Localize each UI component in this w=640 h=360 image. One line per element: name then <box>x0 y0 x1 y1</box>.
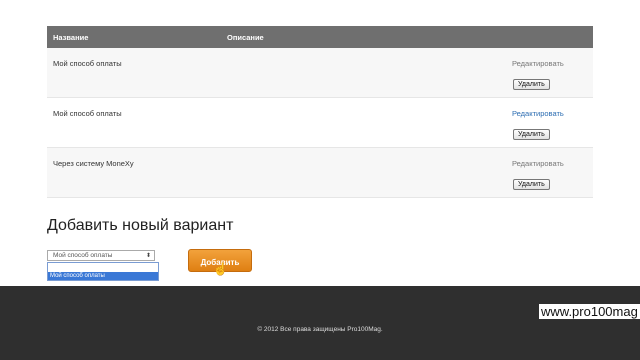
dropdown-option[interactable]: Мой способ оплаты <box>48 272 158 280</box>
row-name: Через систему MoneXy <box>53 159 134 168</box>
hand-cursor-icon: ☝ <box>213 262 228 276</box>
delete-button[interactable]: Удалить <box>513 179 550 190</box>
column-header-name: Название <box>53 33 89 42</box>
copyright-text: © 2012 Все права защищены Pro100Mag. <box>257 326 383 333</box>
payment-methods-table: Название Описание Мой способ оплаты Реда… <box>47 26 593 198</box>
select-value: Мой способ оплаты <box>53 252 113 259</box>
edit-link[interactable]: Редактировать <box>512 59 564 68</box>
column-header-description: Описание <box>227 33 264 42</box>
edit-link[interactable]: Редактировать <box>512 159 564 168</box>
footer: © 2012 Все права защищены Pro100Mag. <box>0 286 640 360</box>
payment-method-select[interactable]: Мой способ оплаты ⬍ <box>47 250 155 261</box>
select-dropdown[interactable]: Мой способ оплаты <box>47 262 159 281</box>
edit-link[interactable]: Редактировать <box>512 109 564 118</box>
dropdown-option-empty[interactable] <box>48 263 158 272</box>
row-name: Мой способ оплаты <box>53 109 122 118</box>
delete-button[interactable]: Удалить <box>513 129 550 140</box>
row-name: Мой способ оплаты <box>53 59 122 68</box>
add-section-title: Добавить новый вариант <box>47 217 234 234</box>
table-header: Название Описание <box>47 26 593 48</box>
table-row: Через систему MoneXy Редактировать Удали… <box>47 148 593 198</box>
table-row: Мой способ оплаты Редактировать Удалить <box>47 48 593 98</box>
delete-button[interactable]: Удалить <box>513 79 550 90</box>
table-row: Мой способ оплаты Редактировать Удалить <box>47 98 593 148</box>
watermark-text: www.pro100mag <box>539 304 640 319</box>
chevron-updown-icon: ⬍ <box>145 253 151 259</box>
